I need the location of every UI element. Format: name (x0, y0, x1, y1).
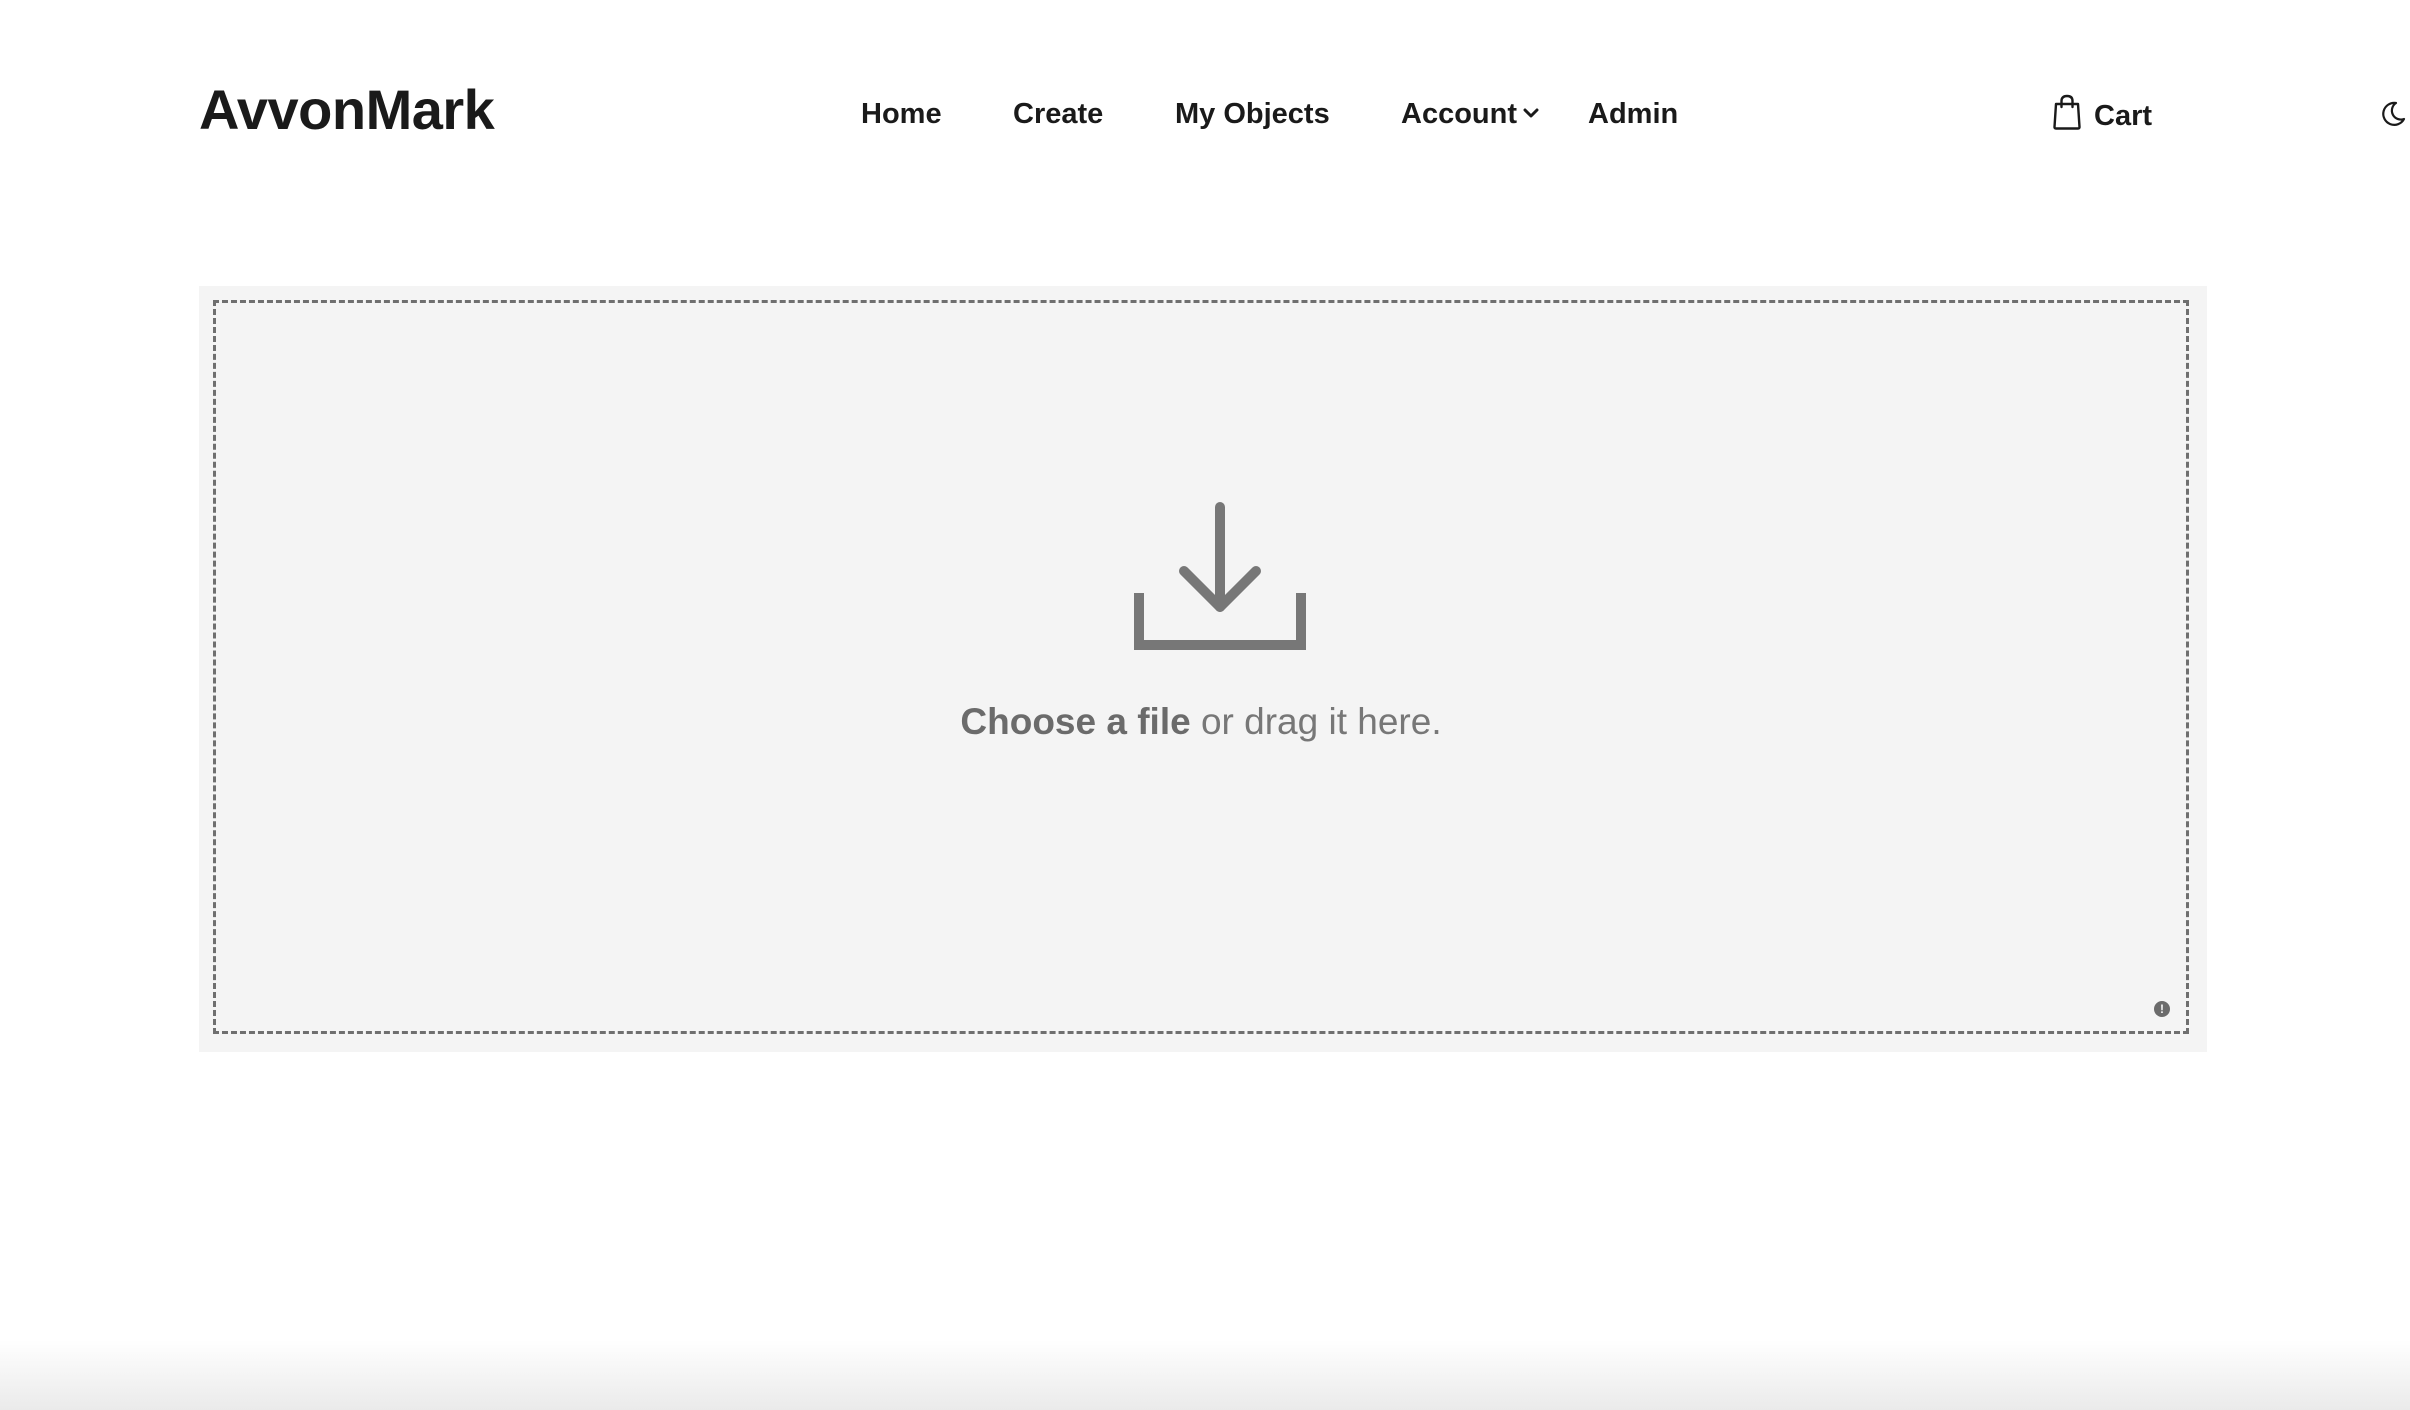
upload-panel: Choose a file or drag it here. ! (199, 286, 2207, 1052)
site-logo[interactable]: AvvonMark (199, 82, 495, 138)
bottom-shadow (0, 1340, 2410, 1410)
nav-home[interactable]: Home (861, 100, 942, 129)
theme-toggle-button[interactable] (2379, 100, 2410, 132)
nav-account[interactable]: Account (1401, 100, 1539, 129)
info-icon[interactable]: ! (2154, 1001, 2170, 1017)
site-header: AvvonMark Home Create My Objects Account… (199, 70, 2406, 160)
chevron-down-icon (1523, 108, 1539, 118)
shopping-bag-icon (2053, 94, 2081, 130)
download-tray-icon (1134, 502, 1306, 650)
choose-file-link[interactable]: Choose a file (960, 701, 1190, 742)
page: AvvonMark Home Create My Objects Account… (0, 0, 2410, 1410)
drag-hint: or drag it here. (1190, 701, 1442, 742)
cart-label: Cart (2094, 100, 2153, 132)
nav-admin[interactable]: Admin (1588, 100, 1678, 129)
file-dropzone[interactable]: Choose a file or drag it here. ! (213, 300, 2189, 1034)
nav-account-label: Account (1401, 98, 1517, 130)
moon-icon (2382, 101, 2406, 126)
nav-my-objects[interactable]: My Objects (1175, 100, 1330, 129)
dropzone-instructions: Choose a file or drag it here. (216, 703, 2186, 740)
nav-create[interactable]: Create (1013, 100, 1103, 129)
